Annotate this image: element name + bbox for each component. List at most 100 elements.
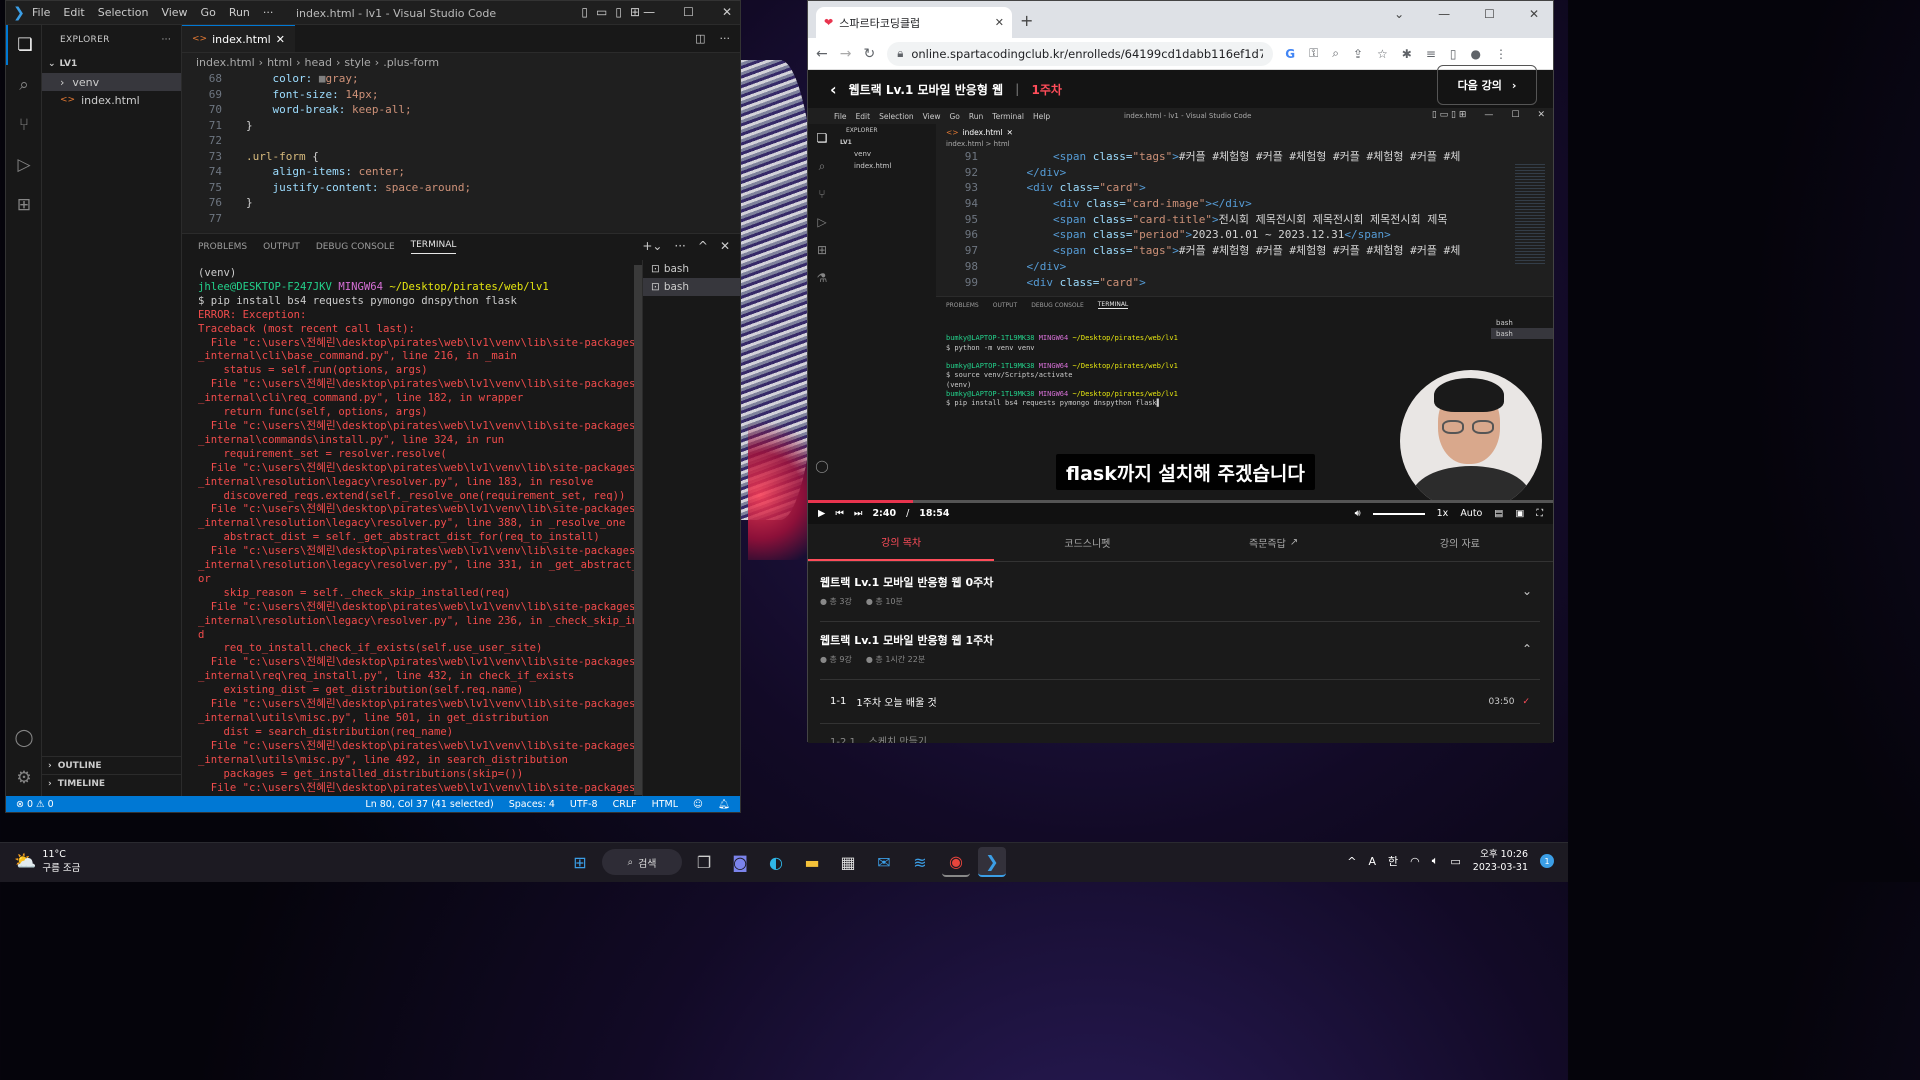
font-icon[interactable]: A bbox=[1369, 855, 1377, 868]
terminal-instance[interactable]: ⊡ bash bbox=[643, 260, 740, 278]
split-editor-icon[interactable]: ◫ bbox=[695, 32, 705, 45]
code-editor[interactable]: 68 color: ■gray; 69 font-size: 14px; 70 wo… bbox=[182, 71, 740, 226]
new-tab-button[interactable]: + bbox=[1020, 11, 1033, 30]
section-week1[interactable]: 웹트랙 Lv.1 모바일 반응형 웹 1주차 ● 총 9강 ● 총 1시간 22… bbox=[820, 632, 1540, 680]
account-icon[interactable]: ◯ bbox=[6, 718, 42, 758]
minimize-button[interactable]: — bbox=[643, 5, 655, 19]
breadcrumb-item[interactable]: head bbox=[305, 56, 332, 69]
speaker-icon[interactable]: 🔈︎ bbox=[1432, 854, 1439, 868]
tab-search-icon[interactable]: ⌄ bbox=[1394, 7, 1404, 21]
previous-icon[interactable]: ⏮ bbox=[835, 508, 844, 519]
mail-icon[interactable]: ✉ bbox=[870, 847, 898, 877]
fullscreen-icon[interactable]: ⛶ bbox=[1536, 508, 1543, 519]
extensions-icon[interactable]: ✱ bbox=[1402, 47, 1412, 61]
start-icon[interactable]: ⊞ bbox=[566, 847, 594, 877]
play-icon[interactable]: ▶ bbox=[818, 508, 825, 519]
pip-icon[interactable]: ▣ bbox=[1515, 508, 1524, 519]
panel-tab-debug-console[interactable]: DEBUG CONSOLE bbox=[316, 242, 395, 252]
battery-icon[interactable]: ▭ bbox=[1450, 855, 1460, 868]
indentation[interactable]: Spaces: 4 bbox=[509, 799, 555, 810]
lecture-tab[interactable]: 강의 목차 bbox=[808, 524, 995, 561]
bell-icon[interactable]: 🔔︎ bbox=[718, 799, 730, 810]
section-week0[interactable]: 웹트랙 Lv.1 모바일 반응형 웹 0주차 ● 총 3강 ● 총 10분 ⌄ bbox=[820, 574, 1540, 622]
new-terminal-icon[interactable]: +⌄ bbox=[642, 239, 662, 253]
address-bar[interactable]: 🔒︎ online.spartacodingclub.kr/enrolleds/… bbox=[887, 41, 1274, 66]
close-tab-icon[interactable]: ✕ bbox=[995, 16, 1004, 29]
quality-button[interactable]: Auto bbox=[1460, 508, 1482, 519]
side-panel-icon[interactable]: ▯ bbox=[1450, 47, 1457, 61]
breadcrumb-item[interactable]: html bbox=[267, 56, 292, 69]
notification-badge[interactable]: 1 bbox=[1540, 854, 1554, 868]
key-icon[interactable]: ⚿ bbox=[1309, 46, 1318, 61]
close-tab-icon[interactable]: ✕ bbox=[276, 33, 285, 46]
tree-item-venv[interactable]: › venv bbox=[42, 73, 181, 91]
toggle-sidebar-icon[interactable]: ▯ bbox=[581, 5, 588, 19]
lecture-tab[interactable]: 즉문즉답 ↗ bbox=[1181, 524, 1367, 561]
source-control-icon[interactable]: ⑂ bbox=[6, 105, 42, 145]
next-lecture-button[interactable]: 다음 강의 › bbox=[1437, 65, 1537, 105]
menu-item[interactable]: View bbox=[161, 6, 187, 19]
mysql-icon[interactable]: ≋ bbox=[906, 847, 934, 877]
terminal-scrollbar[interactable] bbox=[634, 265, 642, 795]
lesson-item[interactable]: 1-1 1주차 오늘 배울 것 03:50 ✓ bbox=[820, 680, 1540, 724]
breadcrumb-item[interactable]: index.html bbox=[196, 56, 255, 69]
volume-icon[interactable]: 🔊︎ bbox=[1355, 508, 1361, 519]
browser-tab[interactable]: ❤ 스파르타코딩클럽 ✕ bbox=[816, 7, 1012, 38]
store-icon[interactable]: ▦ bbox=[834, 847, 862, 877]
lecture-tab[interactable]: 코드스니펫 bbox=[994, 524, 1180, 561]
run-debug-icon[interactable]: ▷ bbox=[6, 145, 42, 185]
chrome-menu-icon[interactable]: ⋮ bbox=[1495, 47, 1507, 61]
editor-more-icon[interactable]: ··· bbox=[720, 32, 731, 45]
tree-item-index-html[interactable]: <> index.html bbox=[42, 91, 181, 109]
terminal-instance[interactable]: ⊡ bash bbox=[643, 278, 740, 296]
vscode-icon[interactable]: ❯ bbox=[978, 847, 1006, 877]
outline-section[interactable]: › OUTLINE bbox=[42, 756, 182, 774]
breadcrumb-item[interactable]: .plus-form bbox=[383, 56, 439, 69]
back-icon[interactable]: ← bbox=[816, 46, 828, 62]
timeline-section[interactable]: › TIMELINE bbox=[42, 774, 182, 792]
cursor-position[interactable]: Ln 80, Col 37 (41 selected) bbox=[365, 799, 493, 810]
maximize-button[interactable]: ☐ bbox=[1484, 7, 1495, 21]
toggle-panel-icon[interactable]: ▭ bbox=[596, 5, 607, 19]
close-button[interactable]: ✕ bbox=[722, 5, 732, 19]
lecture-tab[interactable]: 강의 자료 bbox=[1367, 524, 1553, 561]
video-player[interactable]: File Edit Selection View Go Run Terminal Help i… bbox=[808, 108, 1553, 524]
encoding[interactable]: UTF-8 bbox=[570, 799, 598, 810]
share-icon[interactable]: ⇪ bbox=[1353, 47, 1363, 61]
folder-root[interactable]: ⌄ LV1 bbox=[42, 55, 181, 73]
panel-tab-output[interactable]: OUTPUT bbox=[263, 242, 300, 252]
speed-button[interactable]: 1x bbox=[1437, 508, 1449, 519]
language-mode[interactable]: HTML bbox=[652, 799, 678, 810]
panel-tab-terminal[interactable]: TERMINAL bbox=[410, 240, 457, 254]
menu-item[interactable]: ··· bbox=[263, 6, 274, 19]
google-icon[interactable]: G bbox=[1285, 47, 1295, 61]
next-icon[interactable]: ⏭ bbox=[854, 508, 863, 519]
back-chevron-icon[interactable]: ‹ bbox=[830, 80, 837, 99]
lesson-item-peek[interactable]: 1-2 1... 스케치 만들기 bbox=[830, 733, 927, 743]
reload-icon[interactable]: ↻ bbox=[863, 46, 875, 62]
volume-slider[interactable] bbox=[1372, 512, 1425, 515]
search-icon[interactable]: ⌕ bbox=[6, 65, 42, 105]
close-panel-icon[interactable]: ✕ bbox=[720, 239, 730, 253]
manage-gear-icon[interactable]: ⚙ bbox=[6, 758, 42, 798]
forward-icon[interactable]: → bbox=[840, 46, 852, 62]
feedback-icon[interactable]: ☺ bbox=[693, 799, 703, 810]
panel-tab-problems[interactable]: PROBLEMS bbox=[198, 242, 247, 252]
media-icon[interactable]: ≡ bbox=[1426, 47, 1436, 61]
teams-chat-icon[interactable]: ◙ bbox=[726, 847, 754, 877]
tray-overflow-icon[interactable]: ^ bbox=[1347, 855, 1356, 868]
ime-indicator[interactable]: 한 bbox=[1388, 853, 1398, 869]
toggle-secondary-sidebar-icon[interactable]: ▯ bbox=[615, 5, 622, 19]
task-view-icon[interactable]: ❐ bbox=[690, 847, 718, 877]
explorer-more-icon[interactable]: ··· bbox=[162, 35, 171, 45]
wifi-icon[interactable]: ◠ bbox=[1410, 855, 1420, 868]
chrome-icon[interactable]: ◉ bbox=[942, 847, 970, 877]
breadcrumb-item[interactable]: style bbox=[344, 56, 370, 69]
explorer-icon[interactable]: ❏ bbox=[6, 25, 42, 65]
extensions-icon[interactable]: ⊞ bbox=[6, 185, 42, 225]
terminal-output[interactable]: (venv) jhlee@DESKTOP-F247JKV MINGW64 ~/De… bbox=[198, 267, 638, 795]
profile-avatar[interactable]: ● bbox=[1471, 47, 1481, 61]
taskbar-search[interactable]: ⌕ 검색 bbox=[602, 849, 682, 875]
menu-item[interactable]: Run bbox=[229, 6, 250, 19]
minimize-button[interactable]: — bbox=[1438, 7, 1450, 21]
